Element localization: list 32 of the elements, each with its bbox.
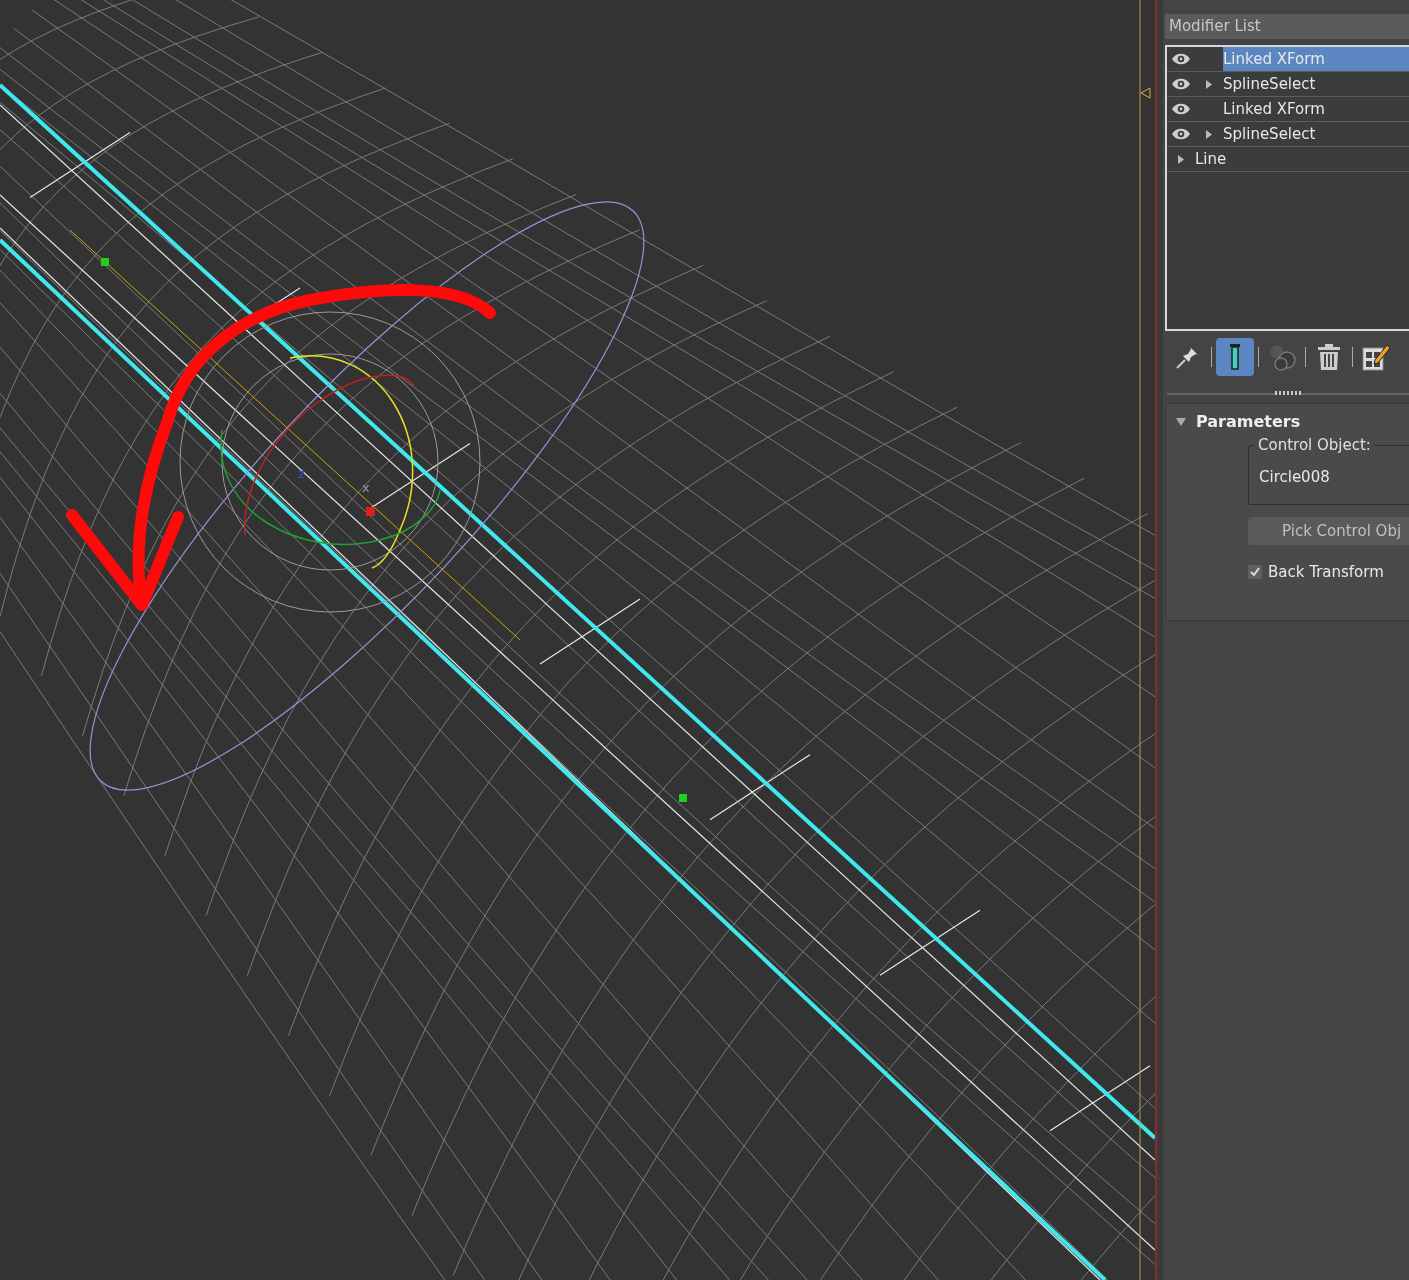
axis-label: x bbox=[362, 480, 370, 495]
modifier-list-dropdown[interactable]: Modifier List bbox=[1165, 14, 1409, 39]
modifier-stack-item[interactable]: SplineSelect bbox=[1167, 72, 1409, 97]
eye-icon[interactable] bbox=[1171, 103, 1191, 115]
checkbox-label: Back Transform bbox=[1268, 563, 1384, 581]
group-label: Control Object: bbox=[1255, 436, 1374, 454]
show-end-result-button[interactable] bbox=[1216, 338, 1254, 376]
time-marker-icon bbox=[1140, 87, 1151, 99]
back-transform-checkbox[interactable] bbox=[1248, 565, 1262, 579]
expand-triangle-icon[interactable] bbox=[1206, 79, 1212, 89]
resize-grip[interactable] bbox=[1275, 391, 1301, 395]
modifier-stack-item[interactable]: Linked XForm bbox=[1167, 97, 1409, 122]
expand-triangle-icon[interactable] bbox=[1178, 154, 1184, 164]
axis-label: z bbox=[298, 466, 305, 481]
collapse-triangle-icon[interactable] bbox=[1176, 417, 1186, 426]
modifier-stack-item[interactable]: SplineSelect bbox=[1167, 122, 1409, 147]
expand-triangle-icon[interactable] bbox=[1206, 129, 1212, 139]
rollout-title[interactable]: Parameters bbox=[1196, 412, 1301, 431]
eye-icon[interactable] bbox=[1171, 78, 1191, 90]
vertex-marker bbox=[101, 258, 109, 266]
vertex-marker bbox=[679, 794, 687, 802]
pivot-marker bbox=[366, 507, 375, 516]
overlapping-circles-icon bbox=[1267, 342, 1297, 372]
viewport[interactable]: z x bbox=[0, 0, 1157, 1280]
eye-icon[interactable] bbox=[1171, 53, 1191, 65]
test-tube-icon bbox=[1228, 343, 1242, 371]
eye-icon[interactable] bbox=[1171, 128, 1191, 140]
trash-icon bbox=[1317, 343, 1341, 371]
control-object-name: Circle008 bbox=[1259, 468, 1331, 486]
modifier-stack-item[interactable]: Line bbox=[1167, 147, 1409, 172]
grid-pencil-icon bbox=[1361, 342, 1391, 372]
pick-control-object-button[interactable]: Pick Control Obj bbox=[1248, 517, 1409, 545]
